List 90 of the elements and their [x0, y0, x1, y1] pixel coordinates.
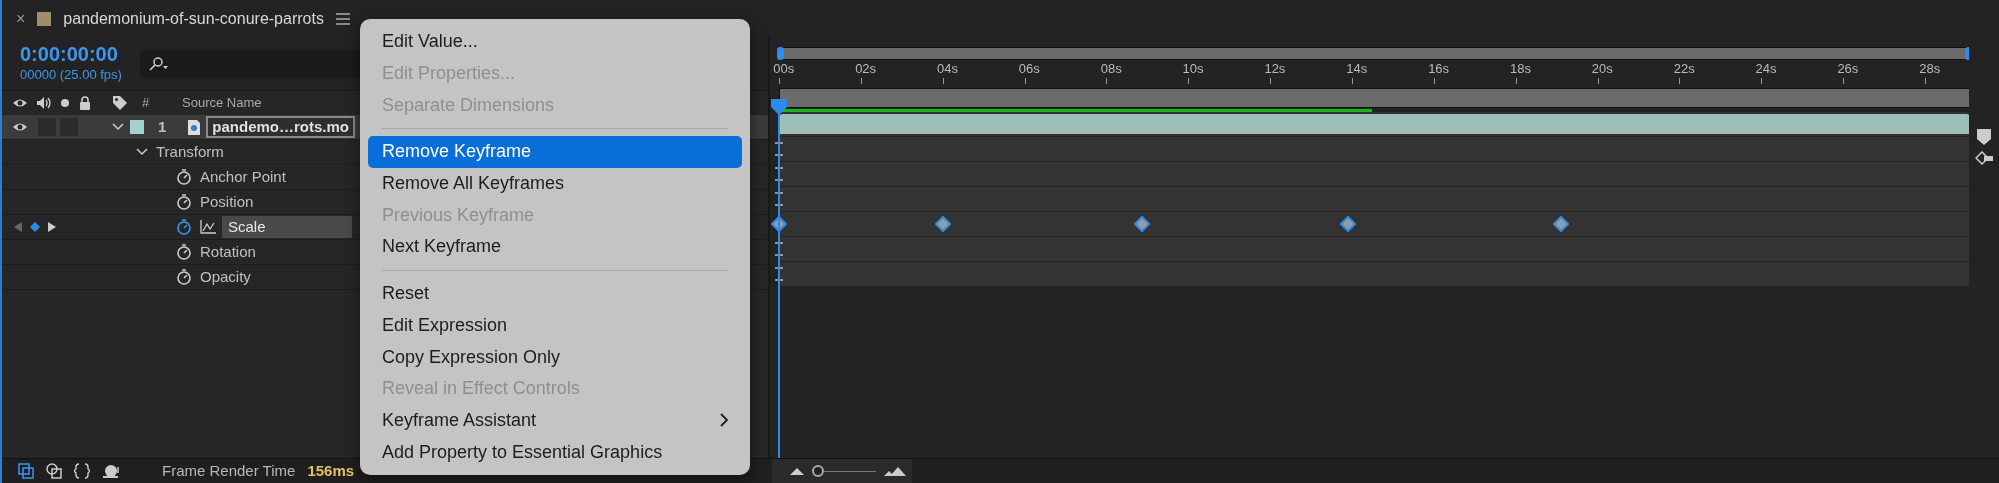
search-icon [147, 56, 170, 71]
menu-item[interactable]: Add Property to Essential Graphics [368, 436, 742, 468]
layer-name-field[interactable]: pandemo…rots.mo [206, 116, 356, 138]
ruler-tick [1515, 78, 1517, 84]
menu-item[interactable]: Reset [368, 277, 742, 310]
ruler-label: 16s [1428, 62, 1450, 76]
render-time-label: Frame Render Time [162, 460, 296, 481]
playhead[interactable] [771, 99, 787, 115]
ruler-tick [1761, 78, 1763, 84]
previous-keyframe-icon[interactable] [14, 222, 22, 232]
property-label[interactable]: Scale [222, 215, 352, 239]
keyframe-icon[interactable] [1340, 216, 1357, 232]
ruler-tick [1024, 78, 1026, 84]
file-icon [188, 119, 201, 135]
menu-item[interactable]: Remove All Keyframes [368, 167, 742, 200]
ruler-label: 22s [1673, 62, 1695, 76]
property-label[interactable]: Rotation [200, 240, 256, 264]
zoom-out-icon[interactable] [790, 467, 804, 475]
ruler-label: 04s [937, 62, 958, 76]
chevron-icon[interactable] [112, 123, 124, 131]
ruler-label: 14s [1346, 62, 1368, 76]
menu-item[interactable]: Edit Value... [368, 26, 742, 58]
ruler-label: 10s [1182, 62, 1204, 76]
next-keyframe-icon[interactable] [48, 222, 56, 232]
stopwatch-icon[interactable] [176, 219, 192, 235]
property-label[interactable]: Opacity [200, 265, 251, 289]
graph-icon[interactable] [200, 220, 216, 234]
stopwatch-icon[interactable] [176, 269, 192, 285]
ruler-tick [942, 78, 944, 84]
layers-icon[interactable] [18, 463, 34, 479]
time-navigator-bar[interactable] [779, 88, 1970, 108]
dot-icon [60, 96, 70, 110]
speaker-icon [36, 96, 52, 110]
menu-item[interactable]: Next Keyframe [368, 231, 742, 263]
ruler-tick [779, 78, 780, 84]
ruler-tick [1106, 78, 1108, 84]
ruler-label: 08s [1100, 62, 1122, 76]
ruler-label: 18s [1509, 62, 1531, 76]
stopwatch-icon[interactable] [176, 169, 192, 185]
lock-icon [78, 96, 92, 110]
color-swatch [37, 11, 52, 26]
column-header: # [142, 94, 151, 113]
shapes-icon[interactable] [46, 463, 62, 479]
ruler-tick [1352, 78, 1353, 84]
menu-item[interactable]: Remove Keyframe [368, 136, 742, 168]
chevron-icon[interactable] [136, 148, 148, 156]
ruler-tick [860, 78, 862, 84]
tag-icon [112, 95, 128, 111]
ruler-tick [1924, 78, 1926, 84]
ruler-label: 02s [855, 62, 877, 76]
ruler-tick [1188, 78, 1190, 84]
frame-info: 00000 (25.00 fps) [20, 65, 122, 84]
ruler-tick [1843, 78, 1845, 84]
property-label[interactable]: Position [200, 190, 254, 214]
keyframe-icon[interactable] [1553, 216, 1570, 232]
ruler-label: 26s [1837, 62, 1859, 76]
marker-icon[interactable] [1977, 129, 1991, 145]
menu-icon[interactable] [335, 12, 350, 25]
keyframe-icon[interactable] [935, 216, 952, 232]
brackets-icon[interactable] [74, 463, 90, 479]
work-area-handle[interactable] [777, 47, 784, 60]
zoom-in-icon[interactable] [884, 466, 906, 476]
ruler-tick [1597, 78, 1599, 84]
keyframe-icon[interactable] [30, 222, 40, 232]
menu-item[interactable]: Keyframe Assistant [368, 404, 742, 437]
timecode[interactable]: 0:00:00:00 [20, 42, 122, 65]
column-header: Source Name [182, 94, 262, 113]
tab-title[interactable]: pandemonium-of-sun-conure-parrots [63, 6, 324, 31]
ruler-label: 20s [1591, 62, 1613, 76]
slider-thumb[interactable] [812, 465, 824, 477]
group-label[interactable]: Transform [156, 140, 224, 164]
ruler-label: 00s [773, 62, 795, 76]
keyframe-icon[interactable] [1134, 216, 1151, 232]
menu-item[interactable]: Edit Expression [368, 309, 742, 342]
render-time-value: 156ms [307, 460, 355, 481]
ruler-label: 24s [1755, 62, 1777, 76]
work-area-bar[interactable] [779, 47, 1970, 60]
layer-number: 1 [158, 116, 167, 137]
ruler-label: 06s [1018, 62, 1040, 76]
stopwatch-icon[interactable] [176, 244, 192, 260]
ruler-tick [1679, 78, 1681, 84]
menu-item[interactable]: Copy Expression Only [368, 341, 742, 373]
ruler-tick [1433, 78, 1435, 84]
stopwatch-icon[interactable] [176, 194, 192, 210]
ruler-label: 28s [1919, 62, 1941, 76]
ruler-tick [1270, 78, 1272, 84]
property-label[interactable]: Anchor Point [200, 165, 286, 189]
close-button[interactable]: × [16, 6, 26, 31]
color-swatch[interactable] [130, 120, 144, 134]
ruler-label: 12s [1264, 62, 1286, 76]
